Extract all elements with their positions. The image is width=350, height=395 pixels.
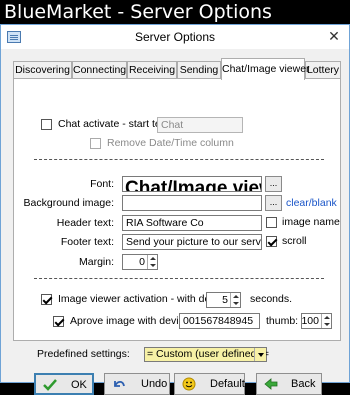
window-title: Server Options	[134, 30, 216, 44]
undo-arrow-icon	[114, 380, 125, 387]
tab-sending[interactable]: Sending	[177, 61, 221, 79]
tab-lottery[interactable]: Lottery	[305, 61, 341, 79]
section-divider	[34, 159, 324, 160]
delay-spinner[interactable]: 5	[206, 292, 241, 308]
thumb-spinner[interactable]: 100	[301, 313, 332, 329]
close-icon[interactable]: ✕	[319, 25, 349, 47]
server-options-window: Server Options ✕ Discovering Connecting …	[0, 24, 350, 395]
approve-image-label: Aprove image with device:	[70, 315, 193, 327]
undo-button[interactable]: Undo	[104, 373, 170, 395]
ok-button[interactable]: OK	[34, 373, 94, 395]
spinner-arrows-icon[interactable]	[230, 293, 240, 307]
spinner-arrows-icon[interactable]	[147, 255, 157, 269]
header-text-input[interactable]: RIA Software Co	[122, 215, 262, 231]
seconds-label: seconds.	[250, 293, 293, 305]
footer-text-input[interactable]: Send your picture to our server using	[122, 234, 262, 250]
chat-activate-label: Chat activate - start text:	[58, 118, 172, 130]
chat-activate-checkbox[interactable]	[41, 119, 52, 130]
chat-start-text-input[interactable]: Chat	[157, 117, 243, 133]
default-button[interactable]: Default	[174, 373, 245, 395]
remove-datetime-checkbox[interactable]	[90, 138, 101, 149]
image-name-label: image name	[282, 216, 340, 228]
scroll-checkbox[interactable]	[266, 236, 277, 247]
margin-spinner[interactable]: 0	[122, 254, 158, 270]
back-arrow-icon	[264, 378, 278, 390]
margin-value: 0	[139, 256, 145, 268]
header-text-label: Header text:	[56, 217, 114, 229]
scroll-label: scroll	[282, 235, 307, 247]
background-browse-button[interactable]: ...	[265, 195, 282, 211]
smiley-icon	[182, 377, 196, 391]
predefined-settings-value: = Custom (user defined) =	[147, 348, 269, 360]
approve-image-checkbox[interactable]	[53, 316, 64, 327]
predefined-settings-label: Predefined settings:	[37, 348, 130, 360]
delay-value: 5	[222, 294, 228, 306]
font-browse-button[interactable]: ...	[265, 176, 282, 192]
tab-panel-chat-image-viewer: Chat activate - start text: Chat Remove …	[13, 78, 341, 341]
background-image-input[interactable]	[122, 195, 262, 211]
predefined-settings-dropdown[interactable]: = Custom (user defined) =	[144, 347, 269, 362]
background-image-label: Background image:	[23, 197, 114, 209]
window-app-icon	[7, 31, 21, 43]
thumb-value: 100	[301, 315, 319, 327]
back-button-label: Back	[291, 378, 316, 390]
app-banner-title: BlueMarket - Server Options	[0, 0, 350, 24]
undo-button-label: Undo	[141, 378, 168, 390]
title-bar[interactable]: Server Options ✕	[1, 25, 349, 49]
back-button[interactable]: Back	[256, 373, 322, 395]
spinner-arrows-icon[interactable]	[321, 314, 331, 328]
tab-receiving[interactable]: Receiving	[127, 61, 177, 79]
font-label: Font:	[90, 178, 114, 190]
font-preview: Chat/Image viewer	[122, 176, 262, 192]
footer-text-label: Footer text:	[60, 236, 114, 248]
chevron-down-icon[interactable]	[254, 348, 266, 361]
default-button-label: Default	[210, 378, 245, 390]
image-name-checkbox[interactable]	[266, 217, 277, 228]
section-divider	[34, 278, 324, 279]
tab-connecting[interactable]: Connecting	[72, 61, 127, 79]
clear-blank-link[interactable]: clear/blank	[286, 197, 337, 209]
ok-button-label: OK	[71, 379, 87, 391]
tab-chat-image-viewer[interactable]: Chat/Image viewer	[221, 58, 310, 80]
tab-discovering[interactable]: Discovering	[13, 61, 72, 79]
check-icon	[43, 379, 57, 391]
device-id-input[interactable]: 001567848945	[179, 313, 260, 329]
remove-datetime-label: Remove Date/Time column	[107, 137, 234, 149]
image-viewer-activation-checkbox[interactable]	[41, 294, 52, 305]
margin-label: Margin:	[78, 256, 114, 268]
thumb-label: thumb:	[266, 315, 299, 327]
